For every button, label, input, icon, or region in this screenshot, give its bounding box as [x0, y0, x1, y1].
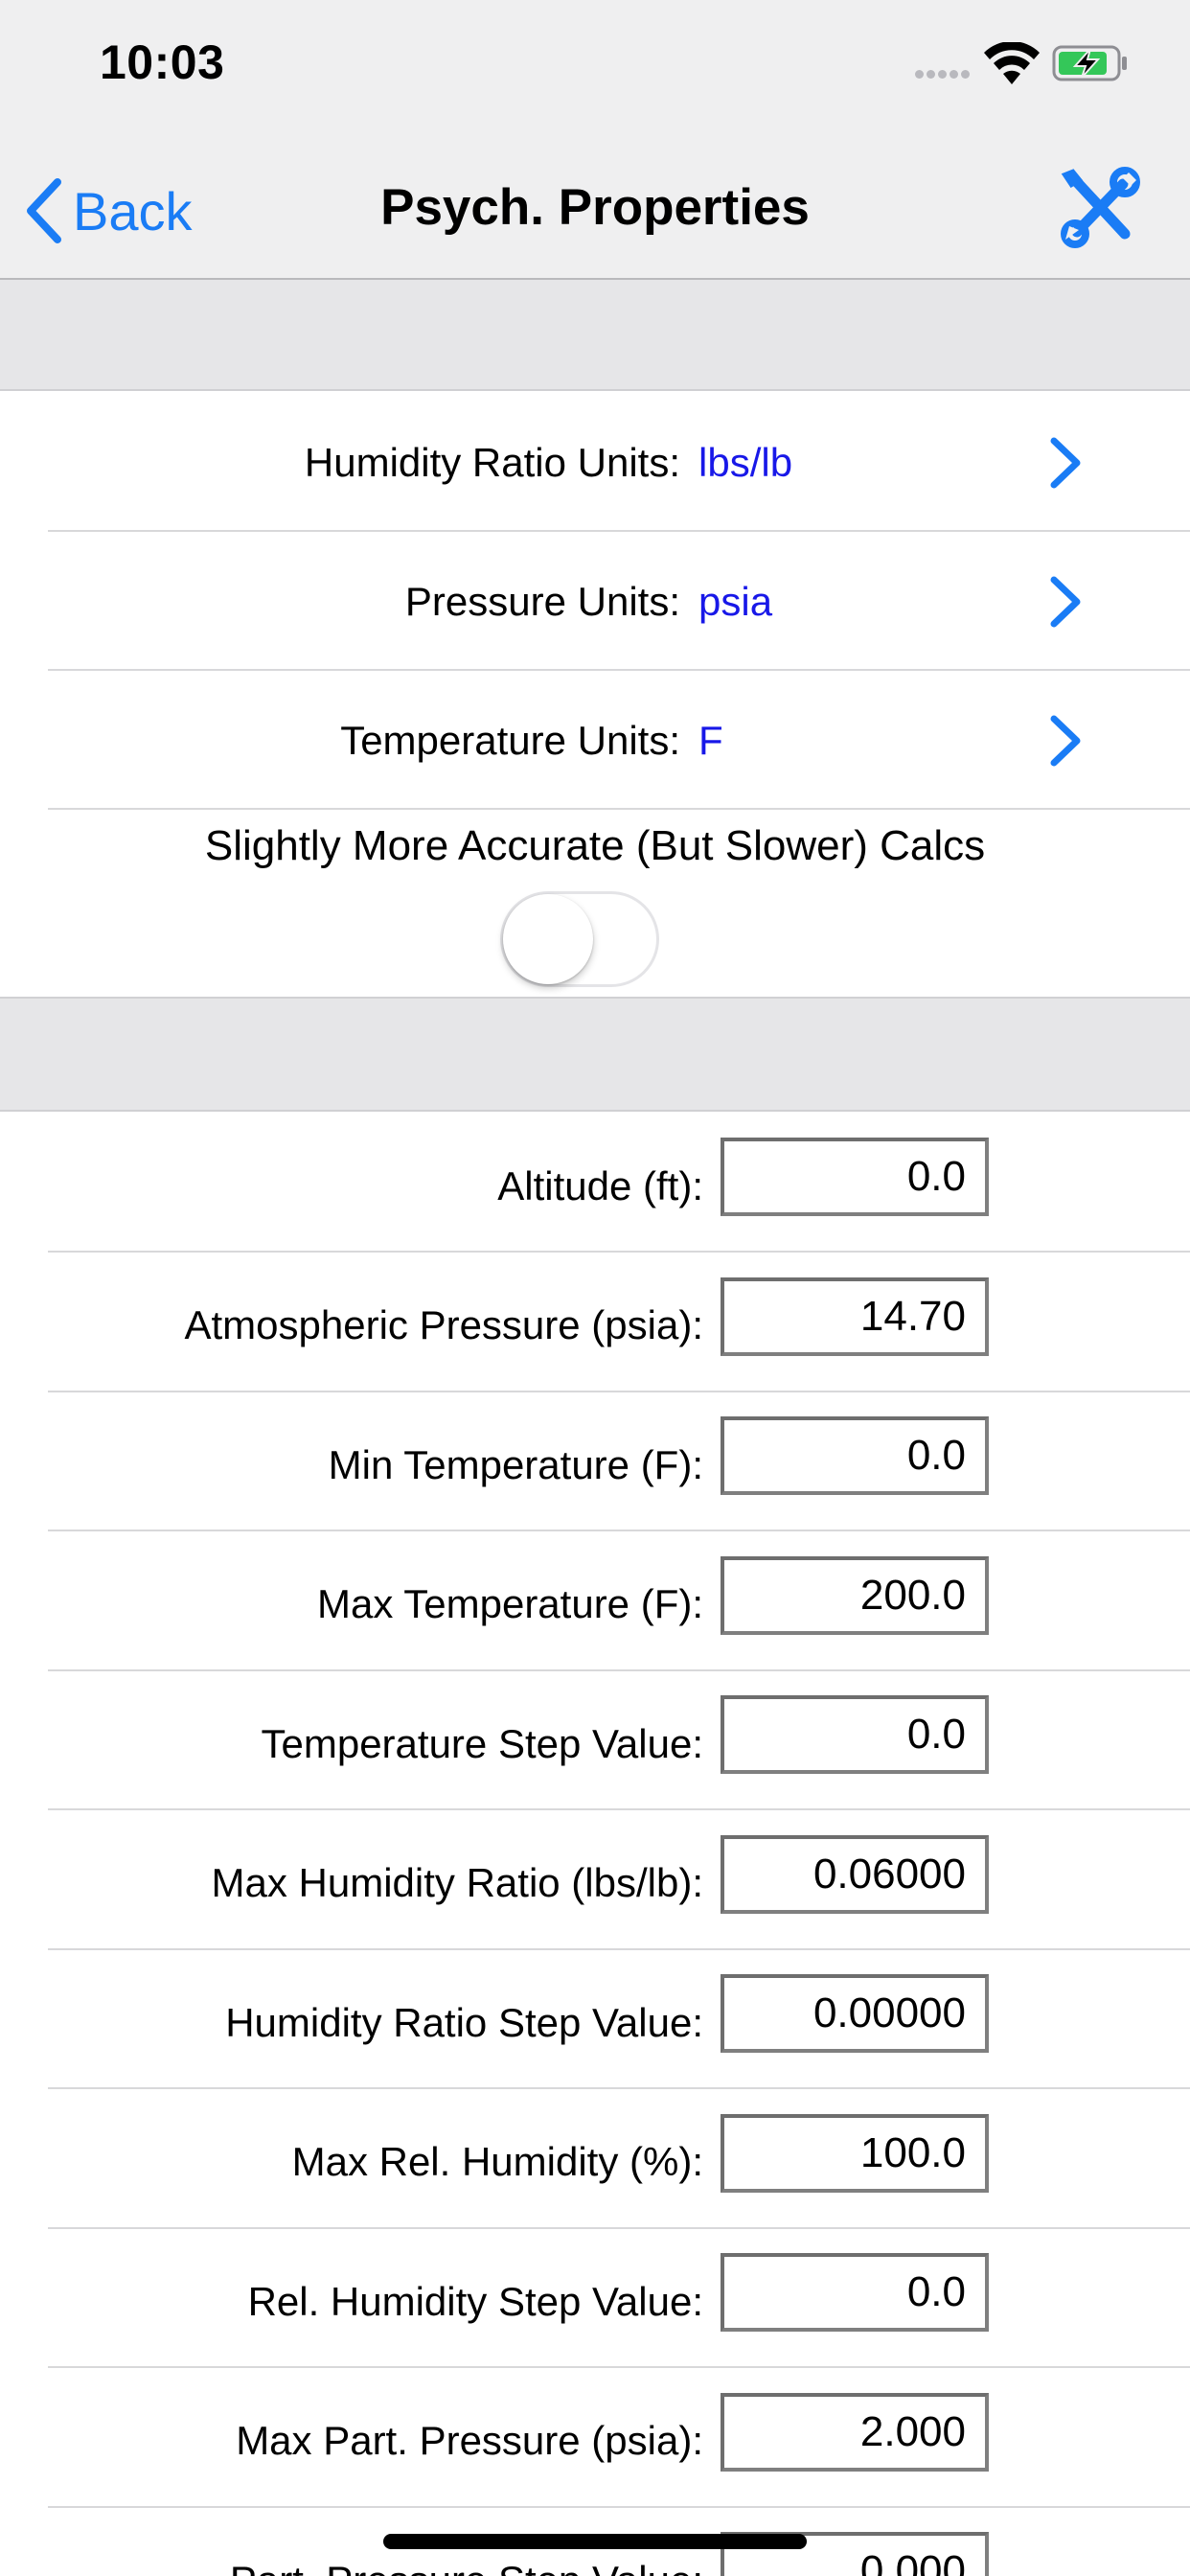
atmospheric-pressure-input[interactable]: [721, 1276, 989, 1356]
temperature-units-value: F: [698, 717, 723, 763]
max-rel-humidity-label: Max Rel. Humidity (%):: [291, 2139, 703, 2184]
max-part-pressure-input[interactable]: [721, 2392, 989, 2472]
humidity-ratio-step-label: Humidity Ratio Step Value:: [225, 1999, 703, 2045]
max-part-pressure-label: Max Part. Pressure (psia):: [236, 2418, 703, 2463]
temperature-units-label: Temperature Units:: [340, 717, 680, 763]
humidity-ratio-units-value: lbs/lb: [698, 439, 793, 485]
wifi-icon: [984, 42, 1040, 84]
toggle-knob: [503, 894, 593, 984]
atmospheric-pressure-label: Atmospheric Pressure (psia):: [184, 1302, 703, 1347]
rel-humidity-step-label: Rel. Humidity Step Value:: [247, 2278, 703, 2324]
max-temperature-input[interactable]: [721, 1555, 989, 1635]
chevron-right-icon: [1050, 576, 1081, 628]
min-temperature-row: Min Temperature (F):: [0, 1392, 1190, 1531]
battery-charging-icon: [1052, 45, 1127, 81]
temperature-step-row: Temperature Step Value:: [0, 1671, 1190, 1810]
section-spacer: [0, 280, 1190, 391]
max-temperature-label: Max Temperature (F):: [317, 1581, 703, 1626]
chevron-right-icon: [1050, 715, 1081, 767]
humidity-ratio-step-row: Humidity Ratio Step Value:: [0, 1950, 1190, 2089]
humidity-ratio-units-label: Humidity Ratio Units:: [304, 439, 680, 485]
status-bar: 10:03: [0, 0, 1190, 130]
pressure-units-value: psia: [698, 578, 773, 624]
pressure-units-row[interactable]: Pressure Units: psia: [0, 532, 1190, 671]
status-time: 10:03: [100, 35, 225, 89]
humidity-ratio-units-row[interactable]: Humidity Ratio Units: lbs/lb: [0, 393, 1190, 532]
accurate-calcs-label: Slightly More Accurate (But Slower) Calc…: [204, 822, 986, 869]
rel-humidity-step-row: Rel. Humidity Step Value:: [0, 2229, 1190, 2368]
chevron-right-icon: [1050, 437, 1081, 489]
min-temperature-label: Min Temperature (F):: [328, 1441, 703, 1487]
max-humidity-ratio-label: Max Humidity Ratio (lbs/lb):: [211, 1860, 703, 1905]
temperature-units-row[interactable]: Temperature Units: F: [0, 671, 1190, 810]
home-indicator: [383, 2534, 807, 2549]
row-divider: [48, 808, 1190, 810]
page-title: Psych. Properties: [380, 179, 810, 236]
wrench-screwdriver-icon[interactable]: [1056, 165, 1142, 251]
navigation-bar: Back Psych. Properties: [0, 130, 1190, 280]
max-humidity-ratio-row: Max Humidity Ratio (lbs/lb):: [0, 1811, 1190, 1950]
humidity-ratio-step-input[interactable]: [721, 1974, 989, 2053]
accurate-calcs-toggle[interactable]: [500, 891, 659, 987]
altitude-row: Altitude (ft):: [0, 1114, 1190, 1253]
atmospheric-pressure-row: Atmospheric Pressure (psia):: [0, 1254, 1190, 1392]
max-rel-humidity-row: Max Rel. Humidity (%):: [0, 2090, 1190, 2229]
cellular-signal-icon: [915, 70, 971, 80]
max-part-pressure-row: Max Part. Pressure (psia):: [0, 2369, 1190, 2508]
section-spacer: [0, 997, 1190, 1112]
pressure-units-label: Pressure Units:: [404, 578, 680, 624]
min-temperature-input[interactable]: [721, 1416, 989, 1495]
max-humidity-ratio-input[interactable]: [721, 1834, 989, 1914]
rel-humidity-step-input[interactable]: [721, 2253, 989, 2332]
temperature-step-label: Temperature Step Value:: [261, 1720, 704, 1766]
altitude-label: Altitude (ft):: [497, 1162, 703, 1208]
max-rel-humidity-input[interactable]: [721, 2113, 989, 2193]
altitude-input[interactable]: [721, 1138, 989, 1216]
temperature-step-input[interactable]: [721, 1695, 989, 1774]
max-temperature-row: Max Temperature (F):: [0, 1532, 1190, 1671]
